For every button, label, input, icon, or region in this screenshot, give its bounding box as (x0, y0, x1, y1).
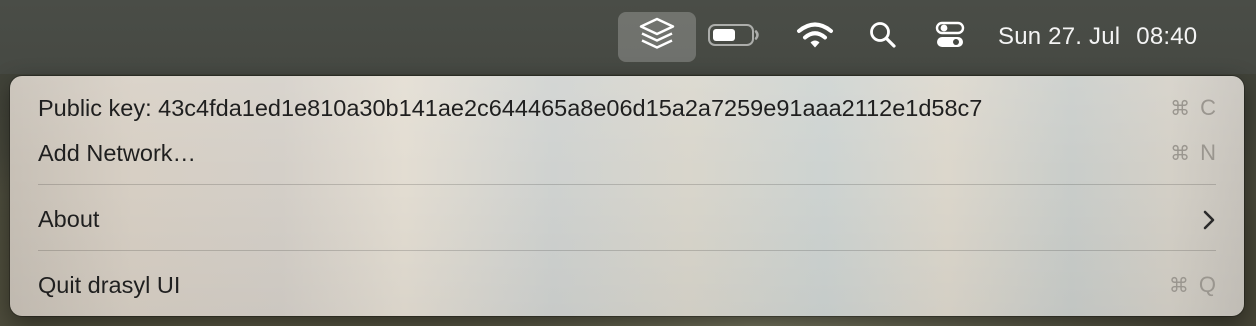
menu-item-shortcut: ⌘ N (1170, 140, 1216, 166)
drasyl-dropdown-menu: Public key: 43c4fda1ed1e810a30b141ae2c64… (10, 76, 1244, 316)
menu-item-label: About (38, 205, 100, 232)
spotlight-status-item[interactable] (862, 12, 904, 62)
menu-bar: Sun 27. Jul 08:40 (0, 0, 1256, 74)
menu-item-public-key[interactable]: Public key: 43c4fda1ed1e810a30b141ae2c64… (10, 86, 1244, 130)
drasyl-layers-icon (635, 13, 679, 62)
command-key-icon: ⌘ (1170, 141, 1191, 165)
battery-icon (707, 22, 761, 53)
battery-status-item[interactable] (706, 12, 762, 62)
menu-item-quit[interactable]: Quit drasyl UI ⌘ Q (10, 263, 1244, 307)
shortcut-key: Q (1198, 272, 1216, 297)
shortcut-key: C (1200, 95, 1216, 120)
menu-item-label: Add Network… (38, 139, 197, 166)
menu-separator (38, 184, 1216, 185)
menu-item-shortcut: ⌘ C (1170, 95, 1216, 121)
wifi-status-item[interactable] (792, 12, 838, 62)
chevron-right-icon (1202, 209, 1216, 236)
menu-item-label: Quit drasyl UI (38, 271, 181, 298)
clock-date: Sun 27. Jul (998, 23, 1121, 50)
clock-time: 08:40 (1136, 23, 1198, 50)
command-key-icon: ⌘ (1168, 273, 1189, 297)
menu-item-label: Public key: 43c4fda1ed1e810a30b141ae2c64… (38, 94, 983, 121)
control-center-status-item[interactable] (928, 12, 972, 62)
menubar-clock[interactable]: Sun 27. Jul 08:40 (998, 12, 1197, 62)
menu-separator (38, 250, 1216, 251)
command-key-icon: ⌘ (1170, 96, 1191, 120)
control-center-icon (934, 20, 966, 55)
search-icon (868, 20, 898, 55)
wifi-icon (796, 20, 834, 55)
menu-item-about[interactable]: About (10, 197, 1244, 241)
menu-item-add-network[interactable]: Add Network… ⌘ N (10, 131, 1244, 175)
menu-item-shortcut: ⌘ Q (1169, 272, 1216, 298)
drasyl-status-item[interactable] (618, 12, 696, 62)
shortcut-key: N (1200, 140, 1216, 165)
